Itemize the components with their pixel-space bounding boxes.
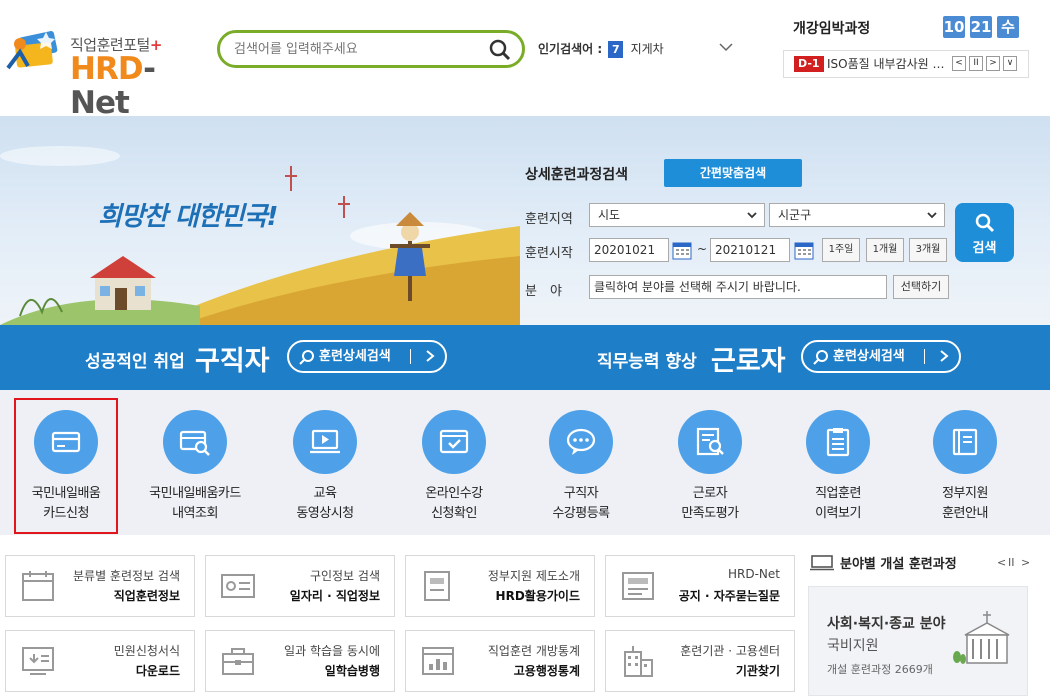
worker-detail-search-button[interactable]: 훈련상세검색 [801, 340, 961, 373]
worker-lead: 직무능력 향상 [597, 352, 697, 372]
upcoming-course-name[interactable]: ISO품질 내부감사원 … [827, 51, 951, 77]
search-icon [975, 213, 995, 233]
popular-keywords[interactable]: 인기검색어 : 7 지게차 [538, 40, 664, 58]
card-find-institution[interactable]: 훈련기관 · 고용센터 기관찾기 [605, 630, 795, 692]
upcoming-courses-title: 개강임박과정 [793, 21, 871, 37]
page: 직업훈련포털+ HRD-Net 인기검색어 : 7 지게차 개강임박과정 10 … [0, 0, 1050, 700]
calendar-icon[interactable] [794, 240, 814, 260]
jobseeker-detail-search-button[interactable]: 훈련상세검색 [287, 340, 447, 373]
search-icon[interactable] [488, 38, 512, 62]
logo-emblem-icon [6, 31, 58, 70]
book-icon [952, 428, 978, 456]
period-1week-button[interactable]: 1주일 [822, 238, 860, 262]
chevron-down-icon [927, 212, 937, 219]
start-date-label: 훈련시작 [525, 246, 573, 261]
worker-title: 근로자 [711, 346, 786, 377]
chevron-down-icon[interactable] [718, 40, 734, 54]
quick-menu-video[interactable]: 교육 동영상시청 [261, 410, 389, 524]
pause-button[interactable]: II [969, 56, 983, 71]
side-pause-button[interactable]: II [1008, 556, 1015, 569]
calendar-icon [22, 571, 54, 601]
prev-button[interactable]: < [952, 56, 966, 71]
card-statistics[interactable]: 직업훈련 개방통계 고용행정통계 [405, 630, 595, 692]
date-separator: ~ [697, 242, 708, 256]
search-icon [299, 350, 314, 365]
start-date-input[interactable]: 20201021 [589, 238, 669, 262]
end-date-input[interactable]: 20210121 [710, 238, 790, 262]
quick-menu-card-apply[interactable]: 국민내일배움 카드신청 [14, 398, 118, 534]
notice-icon [622, 572, 654, 600]
field-courses-title: 분야별 개설 훈련과정 [840, 557, 957, 572]
card-job-info[interactable]: 구인정보 검색 일자리 · 직업정보 [205, 555, 395, 617]
region-label: 훈련지역 [525, 212, 573, 227]
quick-menu: 국민내일배움 카드신청 국민내일배움카드 내역조회 교육 동영상시청 온라인수강 신청확… [0, 390, 1050, 535]
chevron-right-icon [426, 350, 435, 362]
field-select-button[interactable]: 선택하기 [893, 275, 949, 299]
jobseeker-lead: 성공적인 취업 [85, 352, 185, 372]
quick-menu-review[interactable]: 구직자 수강평등록 [517, 410, 645, 524]
quick-menu-card-history[interactable]: 국민내일배움카드 내역조회 [131, 410, 259, 524]
building-icon [624, 646, 653, 677]
id-card-icon [221, 574, 255, 598]
date-day: 21 [970, 16, 992, 38]
detail-search-title: 상세훈련과정검색 [525, 167, 629, 183]
district-select[interactable]: 시군구 [769, 203, 945, 227]
search-box [217, 30, 525, 68]
card-hrd-guide[interactable]: 정부지원 제도소개 HRD활용가이드 [405, 555, 595, 617]
document-search-icon [696, 427, 724, 456]
search-icon [813, 350, 828, 365]
hrd-net-logo[interactable]: 직업훈련포털+ HRD-Net [0, 14, 200, 120]
expand-button[interactable]: ∨ [1003, 56, 1017, 71]
field-name: 사회·복지·종교 분야 [827, 616, 946, 632]
date-weekday: 수 [997, 16, 1019, 38]
hero-banner: 희망찬 대한민국! 상세훈련과정검색 간편맞춤검색 훈련지역 시도 시군구 훈련… [0, 116, 1050, 325]
field-label: 분 야 [525, 284, 562, 299]
search-button[interactable]: 검색 [955, 203, 1014, 262]
quick-menu-gov-guide[interactable]: 정부지원 훈련안내 [901, 410, 1029, 524]
d-day-badge: D-1 [794, 56, 824, 72]
field-input[interactable]: 클릭하여 분야를 선택해 주시기 바랍니다. [589, 275, 887, 299]
period-3month-button[interactable]: 3개월 [909, 238, 947, 262]
chevron-right-icon [940, 350, 949, 362]
download-icon [22, 647, 54, 675]
next-button[interactable]: > [986, 56, 1000, 71]
popular-rank: 7 [608, 41, 624, 58]
logo-title: HRD-Net [70, 51, 156, 121]
target-search-band: 성공적인 취업 구직자 훈련상세검색 직무능력 향상 근로자 훈련상세검색 [0, 325, 1050, 390]
region-select[interactable]: 시도 [589, 203, 765, 227]
quick-menu-satisfaction[interactable]: 근로자 만족도평가 [646, 410, 774, 524]
field-course-card[interactable]: 사회·복지·종교 분야 국비지원 개설 훈련과정 2669개 [808, 586, 1028, 696]
building-illustration [953, 611, 1010, 664]
monitor-icon [810, 555, 834, 571]
quick-menu-training-history[interactable]: 직업훈련 이력보기 [774, 410, 902, 524]
jobseeker-title: 구직자 [195, 346, 270, 377]
period-1month-button[interactable]: 1개월 [866, 238, 904, 262]
video-icon [310, 429, 340, 454]
stats-icon [422, 647, 454, 675]
briefcase-icon [222, 648, 254, 675]
chat-bubble-icon [566, 428, 596, 455]
field-course-count: 개설 훈련과정 2669개 [827, 663, 933, 676]
quick-menu-online-check[interactable]: 온라인수강 신청확인 [390, 410, 518, 524]
card-download[interactable]: 민원신청서식 다운로드 [5, 630, 195, 692]
clipboard-icon [826, 428, 850, 457]
upcoming-course-item[interactable]: D-1 ISO품질 내부감사원 … < II > ∨ [783, 50, 1029, 78]
card-icon [51, 431, 81, 453]
online-check-icon [439, 429, 469, 454]
chevron-down-icon [747, 212, 757, 219]
search-input[interactable] [234, 39, 484, 59]
side-prev-button[interactable]: < [997, 556, 1006, 569]
card-notice-faq[interactable]: HRD-Net 공지 · 자주묻는질문 [605, 555, 795, 617]
card-work-learning[interactable]: 일과 학습을 동시에 일학습병행 [205, 630, 395, 692]
hero-slogan: 희망찬 대한민국! [98, 202, 278, 232]
card-search-icon [179, 430, 210, 456]
quick-search-button[interactable]: 간편맞춤검색 [664, 159, 802, 187]
popular-keyword[interactable]: 지게차 [631, 42, 664, 56]
calendar-icon[interactable] [672, 240, 692, 260]
side-next-button[interactable]: > [1021, 556, 1030, 569]
date-month: 10 [943, 16, 965, 38]
guide-icon [424, 571, 450, 601]
field-support-type: 국비지원 [827, 638, 879, 654]
card-training-info[interactable]: 분류별 훈련정보 검색 직업훈련정보 [5, 555, 195, 617]
